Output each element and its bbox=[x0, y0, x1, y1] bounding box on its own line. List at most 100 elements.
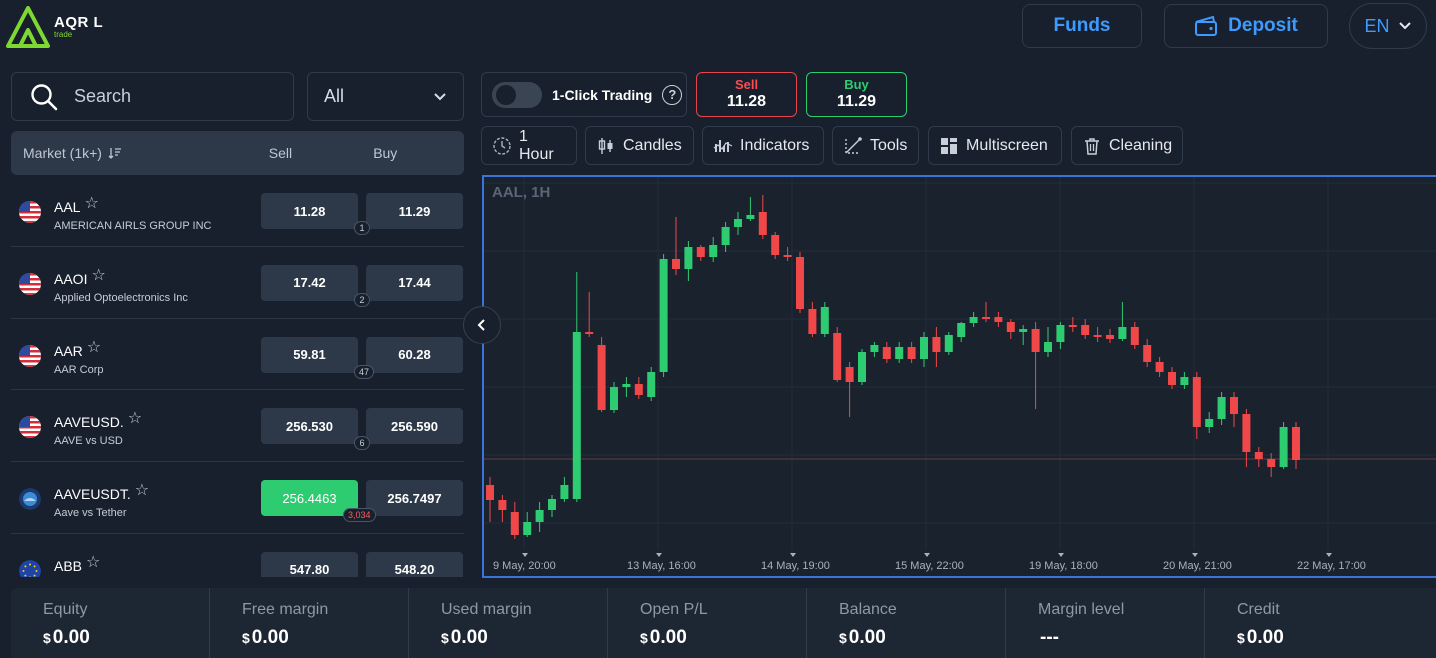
favorite-star-icon[interactable]: ☆ bbox=[86, 552, 100, 572]
spread-badge: 3,034 bbox=[343, 508, 376, 523]
quick-sell-button[interactable]: Sell 11.28 bbox=[696, 72, 797, 117]
buy-price-button[interactable]: 256.590 bbox=[366, 408, 463, 445]
sell-price-button[interactable]: 17.42 bbox=[261, 264, 358, 301]
stat-label: Equity bbox=[43, 601, 88, 618]
market-list[interactable]: AAL ☆ AMERICAN AIRLS GROUP INC 11.28 11.2… bbox=[11, 175, 464, 577]
sell-price-button[interactable]: 59.81 bbox=[261, 336, 358, 373]
market-symbol: AAR bbox=[54, 342, 83, 359]
x-axis-marker bbox=[656, 553, 662, 557]
stat-margin-level: Margin level --- bbox=[1006, 588, 1205, 658]
one-click-toggle[interactable] bbox=[492, 81, 542, 108]
brand-logo[interactable]: AQR L trade bbox=[6, 6, 116, 48]
buy-price-button[interactable]: 256.7497 bbox=[366, 480, 463, 517]
market-row[interactable]: AAVEUSD. ☆ AAVE vs USD 256.530 256.590 6 bbox=[11, 390, 464, 463]
x-axis-label: 19 May, 18:00 bbox=[1029, 560, 1098, 572]
candle-body bbox=[510, 512, 519, 535]
sort-icon[interactable] bbox=[108, 147, 122, 159]
stat-label: Balance bbox=[839, 601, 897, 618]
candle-body bbox=[721, 227, 730, 245]
candle-body bbox=[982, 317, 990, 319]
candlestick-chart[interactable]: 9 May, 20:00 13 May, 16:00 14 May, 19:00 15… bbox=[484, 177, 1436, 578]
candle-body bbox=[672, 259, 680, 269]
market-column-header[interactable]: Market (1k+) bbox=[11, 145, 254, 161]
market-name: AAVE vs USD bbox=[54, 435, 123, 448]
favorite-star-icon[interactable]: ☆ bbox=[87, 337, 101, 357]
sell-price-button[interactable]: 256.530 bbox=[261, 408, 358, 445]
stat-value: 0.00 bbox=[649, 627, 687, 648]
x-axis-label: 15 May, 22:00 bbox=[895, 560, 964, 572]
funds-button[interactable]: Funds bbox=[1022, 4, 1142, 48]
favorite-star-icon[interactable]: ☆ bbox=[128, 408, 142, 428]
multiscreen-button[interactable]: Multiscreen bbox=[928, 126, 1062, 165]
favorite-star-icon[interactable]: ☆ bbox=[135, 480, 149, 500]
candle-body bbox=[746, 215, 755, 219]
language-label: EN bbox=[1364, 15, 1390, 36]
candle-body bbox=[1019, 329, 1028, 332]
collapse-panel-button[interactable] bbox=[463, 306, 501, 344]
candle-body bbox=[585, 332, 594, 334]
us-flag-icon bbox=[19, 416, 41, 439]
market-row[interactable]: ABB ☆ 547.80 548.20 bbox=[11, 534, 464, 577]
indicators-icon bbox=[713, 139, 733, 152]
favorite-star-icon[interactable]: ☆ bbox=[91, 265, 105, 285]
stat-currency: $ bbox=[640, 630, 648, 646]
deposit-label: Deposit bbox=[1228, 15, 1298, 36]
market-row[interactable]: AAR ☆ AAR Corp 59.81 60.28 47 bbox=[11, 319, 464, 391]
candle-body bbox=[957, 323, 966, 337]
wallet-icon bbox=[1195, 15, 1218, 36]
market-name: AAR Corp bbox=[54, 363, 104, 376]
candle-body bbox=[944, 335, 953, 352]
buy-column-header: Buy bbox=[373, 145, 398, 161]
sell-column-header: Sell bbox=[268, 145, 293, 161]
search-box[interactable] bbox=[11, 72, 294, 121]
buy-price-button[interactable]: 60.28 bbox=[366, 336, 463, 373]
market-symbol: ABB bbox=[54, 557, 83, 574]
candle-body bbox=[1044, 342, 1052, 352]
help-icon[interactable]: ? bbox=[662, 84, 683, 105]
candle-body bbox=[560, 485, 569, 499]
candle-body bbox=[1155, 362, 1164, 372]
tools-button[interactable]: Tools bbox=[832, 126, 919, 165]
x-axis-marker bbox=[522, 553, 528, 557]
buy-price-button[interactable]: 548.20 bbox=[366, 551, 463, 577]
price-chart[interactable]: 9 May, 20:00 13 May, 16:00 14 May, 19:00 15… bbox=[482, 175, 1436, 578]
stat-value: 0.00 bbox=[848, 627, 886, 648]
market-table-header: Market (1k+) Sell Buy bbox=[11, 131, 464, 175]
sell-price-button[interactable]: 547.80 bbox=[261, 551, 358, 577]
candle-body bbox=[1192, 377, 1201, 427]
candle-body bbox=[1205, 419, 1214, 427]
trash-icon bbox=[1085, 137, 1099, 155]
buy-price-button[interactable]: 11.29 bbox=[366, 193, 463, 229]
candle-body bbox=[734, 219, 742, 227]
stat-label: Credit bbox=[1237, 601, 1280, 618]
candle-body bbox=[969, 317, 978, 323]
candle-body bbox=[907, 347, 916, 359]
chevron-down-icon bbox=[434, 92, 446, 100]
spread-badge: 47 bbox=[354, 364, 375, 379]
x-axis-label: 13 May, 16:00 bbox=[627, 560, 696, 572]
buy-price-button[interactable]: 17.44 bbox=[366, 264, 463, 301]
candle-body bbox=[895, 347, 904, 359]
cleaning-button[interactable]: Cleaning bbox=[1071, 126, 1183, 165]
account-summary-bar: Equity $0.00 Free margin $0.00 Used marg… bbox=[11, 588, 1436, 658]
candles-button[interactable]: Candles bbox=[585, 126, 694, 165]
chevron-down-icon bbox=[1398, 22, 1411, 30]
market-row[interactable]: AAVEUSDT. ☆ Aave vs Tether 256.4463 256.7… bbox=[11, 462, 464, 534]
timeframe-button[interactable]: 1 Hour bbox=[481, 126, 577, 165]
market-row[interactable]: AAL ☆ AMERICAN AIRLS GROUP INC 11.28 11.2… bbox=[11, 175, 464, 247]
candle-body bbox=[696, 247, 705, 257]
deposit-button[interactable]: Deposit bbox=[1164, 4, 1328, 48]
favorite-star-icon[interactable]: ☆ bbox=[84, 193, 98, 213]
search-input[interactable] bbox=[74, 86, 254, 107]
sell-price-button[interactable]: 11.28 bbox=[261, 193, 358, 229]
candle-body bbox=[535, 510, 544, 522]
market-filter-select[interactable]: All bbox=[307, 72, 464, 121]
indicators-button[interactable]: Indicators bbox=[702, 126, 824, 165]
chevron-left-icon bbox=[477, 319, 485, 331]
language-selector[interactable]: EN bbox=[1349, 3, 1427, 49]
stat-free-margin: Free margin $0.00 bbox=[210, 588, 409, 658]
market-row[interactable]: AAOI ☆ Applied Optoelectronics Inc 17.42 … bbox=[11, 247, 464, 319]
quick-buy-button[interactable]: Buy 11.29 bbox=[806, 72, 907, 117]
candle-body bbox=[833, 333, 842, 380]
stat-label: Used margin bbox=[441, 601, 532, 618]
